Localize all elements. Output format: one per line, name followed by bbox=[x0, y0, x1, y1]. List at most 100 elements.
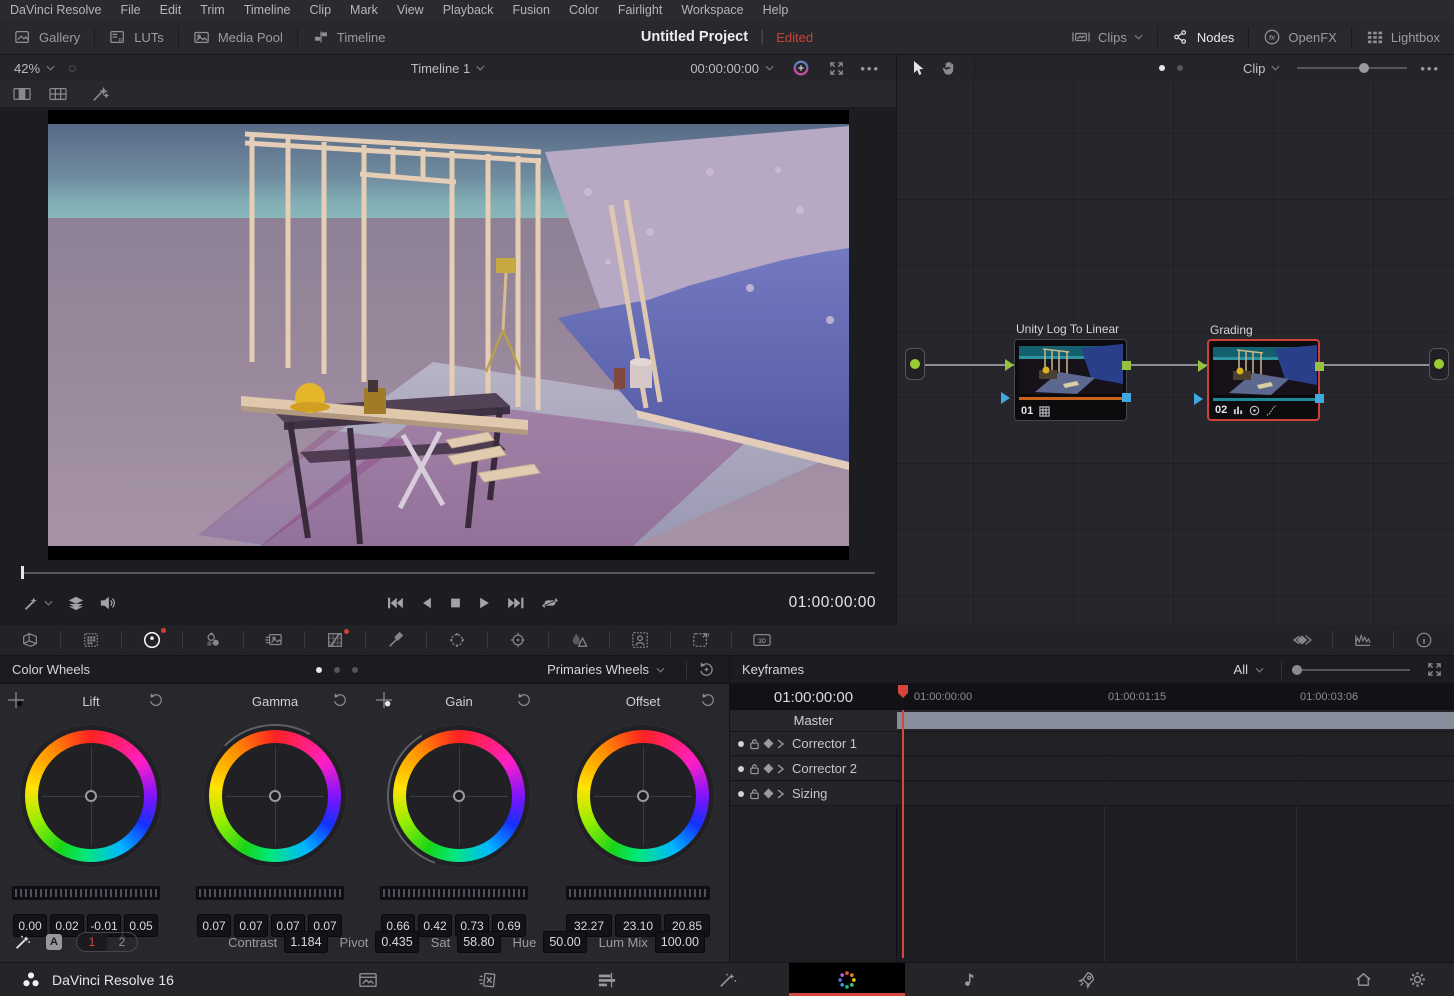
color-wheels-icon[interactable] bbox=[122, 630, 182, 650]
page-deliver[interactable] bbox=[1056, 963, 1116, 996]
hue-value[interactable]: 50.00 bbox=[543, 931, 586, 953]
gain-reset-icon[interactable] bbox=[516, 692, 532, 708]
keyframe-diamond-icon[interactable] bbox=[764, 789, 774, 799]
menu-mark[interactable]: Mark bbox=[350, 3, 378, 17]
offset-color-wheel[interactable] bbox=[577, 730, 709, 862]
media-pool-button[interactable]: Media Pool bbox=[179, 20, 297, 54]
menu-fusion[interactable]: Fusion bbox=[512, 3, 550, 17]
wheels-mode-select[interactable]: Primaries Wheels bbox=[547, 662, 665, 677]
face-refinement-icon[interactable] bbox=[610, 631, 670, 649]
page-fairlight[interactable] bbox=[937, 963, 997, 996]
sizing-icon[interactable] bbox=[671, 631, 731, 649]
lum-mix-value[interactable]: 100.00 bbox=[655, 931, 705, 953]
viewer-zoom-select[interactable]: 42% bbox=[14, 61, 40, 76]
menu-trim[interactable]: Trim bbox=[200, 3, 225, 17]
lock-icon[interactable] bbox=[749, 763, 760, 775]
grid-view-icon[interactable] bbox=[48, 86, 68, 102]
node-graph[interactable]: Unity Log To Linear 01 Grading 02 bbox=[897, 81, 1454, 625]
node-options-menu[interactable]: ••• bbox=[1420, 61, 1440, 76]
curves-icon[interactable] bbox=[305, 631, 365, 649]
corrector-node-1[interactable]: Unity Log To Linear 01 bbox=[1014, 339, 1127, 421]
power-window-icon[interactable] bbox=[427, 631, 487, 649]
color-match-icon[interactable] bbox=[61, 631, 121, 649]
output-node[interactable] bbox=[1429, 348, 1449, 380]
motion-effects-icon[interactable] bbox=[244, 632, 304, 648]
lift-master-wheel[interactable] bbox=[12, 886, 160, 900]
keyframes-playhead-flag[interactable] bbox=[897, 684, 909, 699]
pivot-value[interactable]: 0.435 bbox=[375, 931, 418, 953]
grab-still-button[interactable] bbox=[22, 594, 53, 612]
lock-icon[interactable] bbox=[749, 788, 760, 800]
nodes-button[interactable]: Nodes bbox=[1158, 20, 1249, 54]
gamma-color-wheel[interactable] bbox=[209, 730, 341, 862]
keyframe-diamond-icon[interactable] bbox=[764, 739, 774, 749]
offset-reset-icon[interactable] bbox=[700, 692, 716, 708]
menu-file[interactable]: File bbox=[120, 3, 140, 17]
visibility-dot-icon[interactable] bbox=[738, 791, 744, 797]
menu-clip[interactable]: Clip bbox=[310, 3, 332, 17]
tab-page-2[interactable]: 2 bbox=[107, 933, 137, 951]
auto-mode-badge[interactable]: A bbox=[46, 934, 62, 950]
gamma-master-wheel[interactable] bbox=[196, 886, 344, 900]
skip-end-button[interactable] bbox=[507, 596, 525, 610]
wheel-page-dots[interactable] bbox=[316, 667, 358, 673]
pick-black-point-icon[interactable] bbox=[6, 690, 26, 710]
info-icon[interactable] bbox=[1394, 631, 1454, 649]
menu-edit[interactable]: Edit bbox=[160, 3, 182, 17]
pointer-tool-icon[interactable] bbox=[911, 60, 925, 76]
expand-chevron-icon[interactable] bbox=[777, 789, 784, 799]
expand-viewer-icon[interactable] bbox=[829, 61, 844, 76]
magic-mask-icon[interactable] bbox=[549, 631, 609, 649]
clips-button[interactable]: Clips bbox=[1057, 20, 1157, 54]
stereo-3d-icon[interactable]: 3D bbox=[732, 631, 792, 649]
menu-view[interactable]: View bbox=[397, 3, 424, 17]
enhance-wand-icon[interactable] bbox=[90, 85, 110, 103]
scrub-playhead[interactable] bbox=[21, 566, 24, 579]
visibility-dot-icon[interactable] bbox=[738, 741, 744, 747]
node-zoom-slider[interactable] bbox=[1297, 67, 1407, 69]
page-fusion[interactable] bbox=[698, 963, 758, 996]
keyframes-filter-select[interactable]: All bbox=[1234, 662, 1264, 677]
gallery-stills-icon[interactable] bbox=[1272, 631, 1332, 649]
node-mode-select[interactable]: Clip bbox=[1243, 61, 1280, 76]
tab-page-1[interactable]: 1 bbox=[77, 933, 107, 951]
qualifier-icon[interactable] bbox=[366, 631, 426, 649]
node-page-dots[interactable] bbox=[1159, 65, 1183, 71]
timeline-button[interactable]: Timeline bbox=[298, 20, 400, 54]
gamma-reset-icon[interactable] bbox=[332, 692, 348, 708]
track-master[interactable] bbox=[897, 710, 1454, 732]
menu-fairlight[interactable]: Fairlight bbox=[618, 3, 662, 17]
page-cut[interactable] bbox=[457, 963, 517, 996]
menu-workspace[interactable]: Workspace bbox=[681, 3, 743, 17]
source-node[interactable] bbox=[905, 348, 925, 380]
auto-balance-wand-icon[interactable] bbox=[12, 933, 32, 951]
keyframes-playhead[interactable] bbox=[902, 710, 904, 958]
lock-icon[interactable] bbox=[749, 738, 760, 750]
visibility-dot-icon[interactable] bbox=[738, 766, 744, 772]
gain-color-wheel[interactable] bbox=[393, 730, 525, 862]
menu-help[interactable]: Help bbox=[763, 3, 789, 17]
track-label-corrector-1[interactable]: Corrector 1 bbox=[730, 732, 897, 756]
page-color-active[interactable] bbox=[789, 963, 905, 996]
hdr-wheels-icon[interactable] bbox=[183, 631, 243, 649]
expand-chevron-icon[interactable] bbox=[777, 764, 784, 774]
keyframes-zoom-slider[interactable] bbox=[1292, 669, 1410, 671]
project-manager-icon[interactable] bbox=[1340, 963, 1386, 996]
saturation-value[interactable]: 58.80 bbox=[457, 931, 500, 953]
viewer-scrub-bar[interactable] bbox=[0, 560, 896, 580]
timeline-selector[interactable]: Timeline 1 bbox=[411, 61, 470, 76]
reset-all-icon[interactable] bbox=[698, 661, 715, 678]
page-media[interactable] bbox=[338, 963, 398, 996]
menu-timeline[interactable]: Timeline bbox=[244, 3, 291, 17]
project-settings-gear-icon[interactable] bbox=[1394, 963, 1440, 996]
menu-playback[interactable]: Playback bbox=[443, 3, 494, 17]
split-compare-icon[interactable] bbox=[12, 86, 32, 102]
lightbox-button[interactable]: Lightbox bbox=[1352, 20, 1454, 54]
offset-master-wheel[interactable] bbox=[566, 886, 710, 900]
stop-button[interactable] bbox=[449, 596, 462, 610]
scopes-icon[interactable] bbox=[1333, 631, 1393, 649]
menu-app[interactable]: DaVinci Resolve bbox=[10, 3, 101, 17]
play-button[interactable] bbox=[478, 596, 491, 610]
keyframes-expand-icon[interactable] bbox=[1427, 662, 1442, 677]
skip-start-button[interactable] bbox=[386, 596, 404, 610]
